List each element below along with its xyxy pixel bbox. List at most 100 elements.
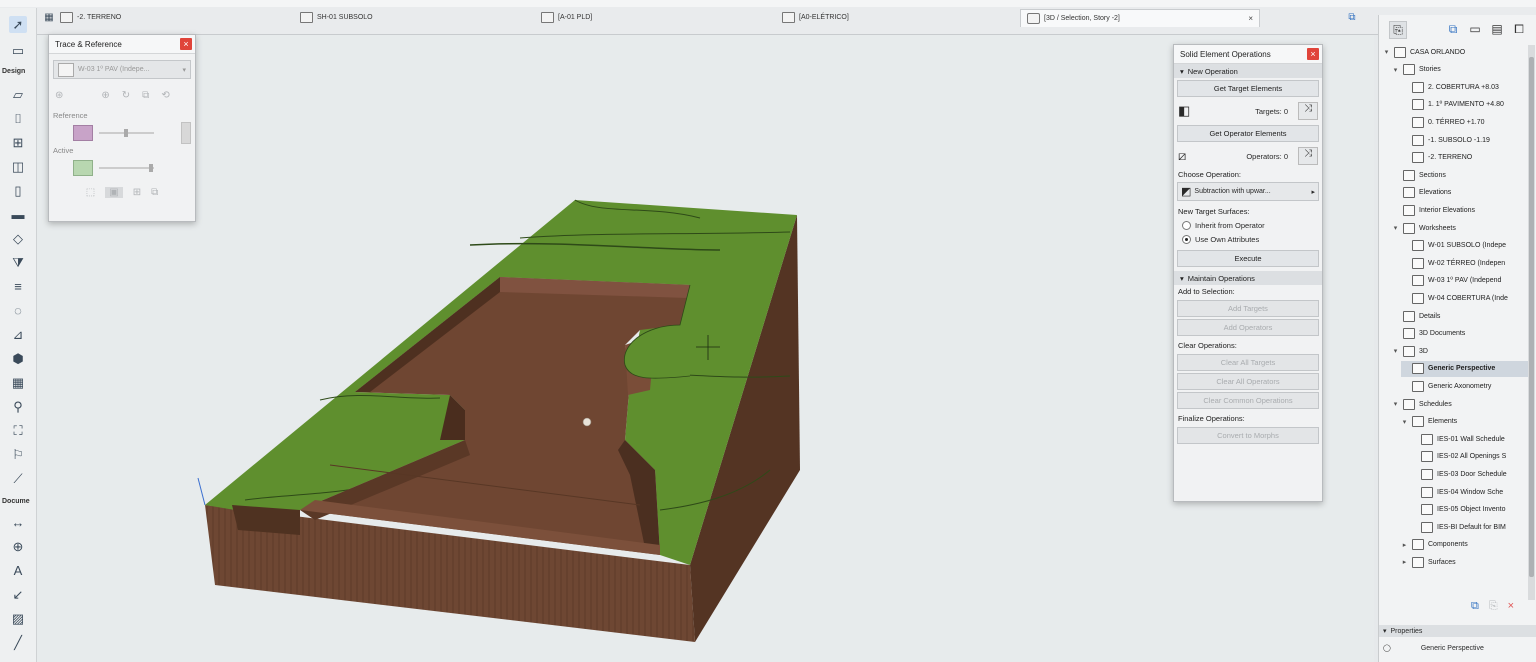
- navigator-item[interactable]: W-01 SUBSOLO (Indepe: [1401, 238, 1528, 254]
- curtain-wall-tool-icon[interactable]: ▦: [9, 374, 27, 391]
- get-target-elements-button[interactable]: Get Target Elements: [1177, 80, 1319, 97]
- object-tool-icon[interactable]: ◫: [9, 158, 27, 175]
- navigator-item[interactable]: IES-05 Object Invento: [1410, 502, 1528, 518]
- close-icon[interactable]: ×: [180, 38, 192, 50]
- navigator-item[interactable]: -2. TERRENO: [1401, 150, 1528, 166]
- navigator-item[interactable]: Elevations: [1392, 185, 1528, 201]
- window-tool-icon[interactable]: ⊞: [9, 134, 27, 151]
- navigator-item[interactable]: W-03 1º PAV (Independ: [1401, 273, 1528, 289]
- level-dimension-tool-icon[interactable]: ⊕: [9, 538, 27, 555]
- tab-3d[interactable]: [3D / Selection, Story -2] ×: [1020, 9, 1260, 27]
- tab-terreno[interactable]: -2. TERRENO: [60, 9, 121, 26]
- slab-tool-icon[interactable]: ◇: [9, 230, 27, 247]
- convert-to-morphs-button[interactable]: Convert to Morphs: [1177, 427, 1319, 444]
- radio-inherit[interactable]: [1182, 220, 1191, 230]
- navigator-item[interactable]: W-04 COBERTURA (Inde: [1401, 290, 1528, 306]
- compare-icon[interactable]: ⊞: [133, 187, 141, 198]
- add-targets-button[interactable]: Add Targets: [1177, 300, 1319, 317]
- navigator-item[interactable]: Generic Perspective: [1401, 360, 1528, 377]
- navigator-item[interactable]: Sections: [1392, 167, 1528, 183]
- navigator-item[interactable]: Details: [1392, 308, 1528, 324]
- expand-arrow-icon[interactable]: ▾: [1401, 418, 1408, 426]
- maintain-operations-header[interactable]: ▾ Maintain Operations: [1174, 271, 1322, 285]
- close-icon[interactable]: ×: [1307, 48, 1319, 60]
- close-tab-icon[interactable]: ×: [1248, 14, 1253, 23]
- beam-tool-icon[interactable]: ▬: [9, 206, 27, 223]
- highlight-targets-icon[interactable]: ⤨: [1298, 102, 1318, 120]
- navigator-item[interactable]: W-02 TÉRREO (Indepen: [1401, 255, 1528, 271]
- mirror-reference-icon[interactable]: ⧉: [142, 90, 149, 101]
- text-tool-icon[interactable]: A: [9, 562, 27, 579]
- reference-scroll-handle[interactable]: [181, 122, 191, 144]
- clear-all-operators-button[interactable]: Clear All Operators: [1177, 373, 1319, 390]
- delete-view-icon[interactable]: ×: [1508, 600, 1514, 613]
- navigator-item[interactable]: IES-04 Window Sche: [1410, 484, 1528, 500]
- get-operator-elements-button[interactable]: Get Operator Elements: [1177, 125, 1319, 142]
- dimension-tool-icon[interactable]: ↔: [9, 514, 27, 531]
- stair-tool-icon[interactable]: ≡: [9, 278, 27, 295]
- navigator-item[interactable]: -1. SUBSOLO -1.19: [1401, 132, 1528, 148]
- morph-tool-icon[interactable]: ⬢: [9, 350, 27, 367]
- navigator-item[interactable]: Generic Axonometry: [1401, 378, 1528, 394]
- expand-arrow-icon[interactable]: ▸: [1401, 541, 1408, 549]
- new-operation-header[interactable]: ▾ New Operation: [1174, 64, 1322, 78]
- navigator-item[interactable]: 2. COBERTURA +8.03: [1401, 79, 1528, 95]
- reference-dropdown[interactable]: W-03 1º PAV (Indepe... ▾: [53, 60, 191, 79]
- navigator-scrollbar[interactable]: [1528, 45, 1535, 600]
- navigator-item[interactable]: 0. TÉRREO +1.70: [1401, 114, 1528, 130]
- navigator-item[interactable]: IES-03 Door Schedule: [1410, 466, 1528, 482]
- layout-book-icon[interactable]: ▤: [1489, 21, 1505, 37]
- wall-tool-icon[interactable]: ▱: [9, 86, 27, 103]
- active-opacity-slider[interactable]: [99, 164, 154, 172]
- reference-opacity-slider[interactable]: [99, 129, 154, 137]
- tab-eletrico[interactable]: [A0-ELÉTRICO]: [782, 9, 849, 26]
- highlight-operators-icon[interactable]: ⤨: [1298, 147, 1318, 165]
- navigator-item[interactable]: ▾ Schedules: [1392, 396, 1528, 412]
- railing-tool-icon[interactable]: ⚐: [9, 446, 27, 463]
- show-reference-icon[interactable]: ⬚: [86, 187, 95, 198]
- project-map-icon[interactable]: ⧉: [1445, 21, 1461, 37]
- line-tool-icon[interactable]: ╱: [9, 634, 27, 651]
- clone-view-icon[interactable]: ⎘: [1489, 600, 1498, 613]
- new-view-icon[interactable]: ⧉: [1471, 600, 1479, 613]
- reference-settings-icon[interactable]: ⧉: [151, 187, 158, 198]
- tab-overflow-icon[interactable]: ⧉: [1343, 9, 1361, 26]
- own-attributes-radio-row[interactable]: Use Own Attributes: [1174, 232, 1322, 246]
- lamp-tool-icon[interactable]: ⟋: [9, 470, 27, 487]
- label-tool-icon[interactable]: ↙: [9, 586, 27, 603]
- navigator-item[interactable]: ▾ CASA ORLANDO: [1383, 44, 1528, 60]
- active-color-swatch[interactable]: [73, 160, 93, 176]
- expand-arrow-icon[interactable]: ▾: [1392, 347, 1399, 355]
- navigator-item[interactable]: ▾ Elements: [1401, 414, 1528, 430]
- zone-tool-icon[interactable]: ⚲: [9, 398, 27, 415]
- navigator-item[interactable]: IES-02 All Openings S: [1410, 449, 1528, 465]
- expand-arrow-icon[interactable]: ▾: [1392, 400, 1399, 408]
- expand-arrow-icon[interactable]: ▾: [1392, 224, 1399, 232]
- publisher-sets-icon[interactable]: ⧠: [1511, 21, 1527, 37]
- expand-arrow-icon[interactable]: ▸: [1401, 558, 1408, 566]
- navigator-item[interactable]: ▾ Worksheets: [1392, 220, 1528, 236]
- execute-button[interactable]: Execute: [1177, 250, 1319, 267]
- skylight-tool-icon[interactable]: ⛶: [9, 422, 27, 439]
- reset-reference-icon[interactable]: ⟲: [161, 90, 169, 101]
- tab-pld[interactable]: [A-01 PLD]: [541, 9, 592, 26]
- grid-view-icon[interactable]: ▦: [40, 9, 58, 26]
- expand-arrow-icon[interactable]: ▾: [1383, 48, 1390, 56]
- roof-tool-icon[interactable]: ⧩: [9, 254, 27, 271]
- operation-dropdown[interactable]: ◩ Subtraction with upwar... ▸: [1177, 182, 1319, 201]
- navigator-item[interactable]: IES-BI Default for BIM: [1410, 519, 1528, 535]
- navigator-item[interactable]: ▸ Surfaces: [1401, 554, 1528, 570]
- mesh-tool-icon[interactable]: ⊿: [9, 326, 27, 343]
- properties-header[interactable]: ▾ Properties: [1379, 625, 1536, 637]
- fill-tool-icon[interactable]: ▨: [9, 610, 27, 627]
- add-operators-button[interactable]: Add Operators: [1177, 319, 1319, 336]
- navigator-item[interactable]: 3D Documents: [1392, 326, 1528, 342]
- swap-icon[interactable]: ⊛: [55, 90, 63, 101]
- navigator-item[interactable]: ▾ Stories: [1392, 62, 1528, 78]
- trace-on-icon[interactable]: ▣: [105, 187, 123, 198]
- reference-color-swatch[interactable]: [73, 125, 93, 141]
- clear-common-operations-button[interactable]: Clear Common Operations: [1177, 392, 1319, 409]
- door-tool-icon[interactable]: ⌷: [9, 110, 27, 127]
- tab-subsolo[interactable]: SH-01 SUBSOLO: [300, 9, 373, 26]
- navigator-item[interactable]: ▸ Components: [1401, 537, 1528, 553]
